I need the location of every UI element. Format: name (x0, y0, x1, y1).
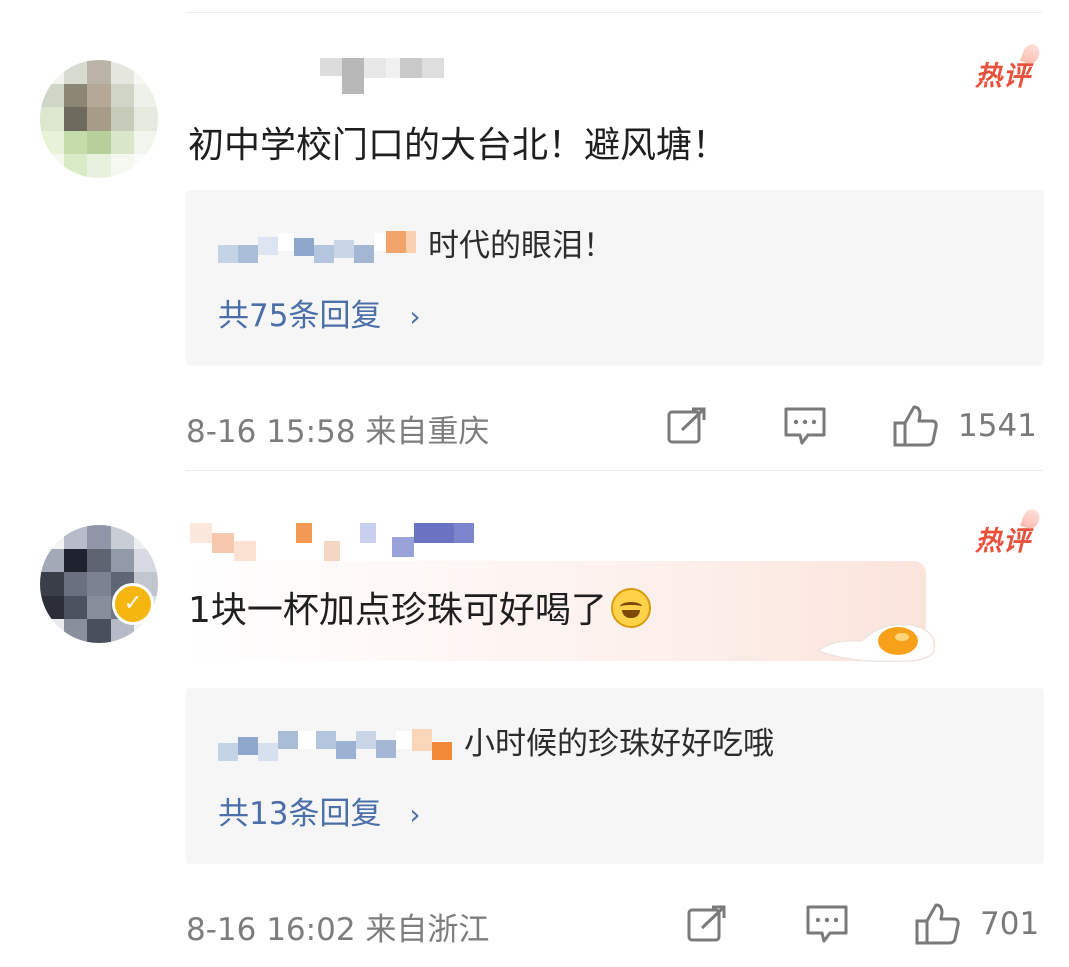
reply-count-label: 共75条回复 (218, 298, 382, 334)
timestamp-location: 8-16 15:58 来自重庆 (186, 414, 490, 450)
comment-text: 初中学校门口的大台北！避风塘！ (188, 125, 729, 166)
reply-author-blurred[interactable] (218, 718, 452, 762)
chevron-right-icon: › (409, 300, 421, 333)
comment-icon (784, 407, 826, 445)
view-replies-link[interactable]: 共13条回复 › (218, 788, 421, 833)
like-button[interactable]: 701 (914, 900, 1039, 948)
share-icon (687, 905, 726, 942)
divider (186, 470, 1044, 471)
share-button[interactable] (686, 900, 730, 948)
reply-text: 小时候的珍珠好好吃哦 (464, 725, 774, 762)
comment-meta: 8-16 16:02 来自浙江 701 (186, 900, 1044, 950)
fried-egg-icon (816, 623, 936, 663)
share-button[interactable] (666, 402, 710, 450)
share-icon (667, 407, 706, 444)
comment-button[interactable] (804, 900, 850, 948)
verified-badge-icon: ✓ (112, 583, 154, 625)
username-blurred[interactable] (190, 58, 444, 98)
like-count: 1541 (958, 408, 1037, 444)
reply-count-label: 共13条回复 (218, 796, 382, 832)
reply-box[interactable]: 时代的眼泪！ 共75条回复 › (186, 190, 1044, 366)
comment-button[interactable] (782, 402, 828, 450)
reply-box[interactable]: 小时候的珍珠好好吃哦 共13条回复 › (186, 688, 1044, 864)
comment-feed: 热评 初中学校门口的大台北！避风塘！ 时代的眼泪！ 共75条回复 › 8-16 … (0, 0, 1069, 967)
like-icon (893, 405, 938, 447)
comment-card: 热评 初中学校门口的大台北！避风塘！ 时代的眼泪！ 共75条回复 › 8-16 … (0, 40, 1069, 460)
comment-text: 1块一杯加点珍珠可好喝了 (188, 581, 651, 633)
divider (186, 12, 1042, 13)
reply-text: 时代的眼泪！ (428, 227, 614, 264)
chevron-right-icon: › (409, 798, 421, 831)
reply-preview: 时代的眼泪！ (218, 220, 614, 264)
comment-meta: 8-16 15:58 来自重庆 1541 (186, 402, 1044, 452)
like-icon (915, 903, 960, 945)
hot-comment-badge: 热评 (975, 519, 1031, 558)
hot-comment-badge: 热评 (975, 54, 1031, 93)
comment-card: ✓ 热评 1块一杯加点珍珠可好喝了 小时候的珍珠好好吃哦 共13条回复 › 8-… (0, 505, 1069, 965)
like-button[interactable]: 1541 (892, 402, 1037, 450)
comment-text-content: 1块一杯加点珍珠可好喝了 (188, 590, 607, 631)
reply-preview: 小时候的珍珠好好吃哦 (218, 718, 774, 762)
view-replies-link[interactable]: 共75条回复 › (218, 290, 421, 335)
like-count: 701 (980, 906, 1040, 942)
laughing-emoji-icon (610, 588, 651, 628)
username-blurred[interactable] (190, 523, 474, 563)
reply-author-blurred[interactable] (218, 220, 416, 264)
avatar[interactable] (40, 60, 158, 178)
comment-icon (806, 905, 848, 943)
timestamp-location: 8-16 16:02 来自浙江 (186, 912, 490, 948)
